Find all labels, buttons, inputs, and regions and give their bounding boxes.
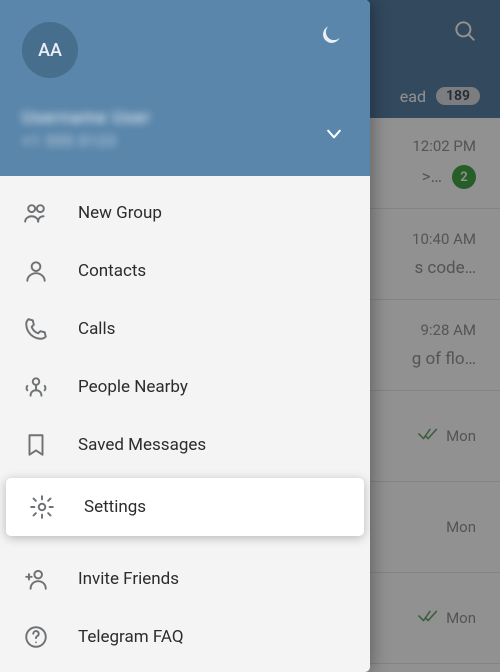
- menu-item-faq[interactable]: Telegram FAQ: [0, 608, 370, 666]
- menu-label: People Nearby: [78, 377, 188, 397]
- help-icon: [22, 624, 50, 650]
- drawer-header: AA Username User +1 555 0123: [0, 0, 370, 176]
- menu-item-settings[interactable]: Settings: [6, 478, 364, 536]
- menu-label: Settings: [84, 497, 146, 517]
- menu-item-saved-messages[interactable]: Saved Messages: [0, 416, 370, 474]
- menu-item-invite-friends[interactable]: Invite Friends: [0, 550, 370, 608]
- drawer-user-name: Username User: [22, 108, 348, 128]
- night-mode-icon[interactable]: [318, 22, 344, 52]
- menu-item-calls[interactable]: Calls: [0, 300, 370, 358]
- chevron-down-icon[interactable]: [324, 124, 344, 148]
- menu-label: New Group: [78, 203, 162, 223]
- menu-label: Invite Friends: [78, 569, 179, 589]
- menu-label: Saved Messages: [78, 435, 206, 455]
- drawer-user-phone: +1 555 0123: [22, 132, 348, 150]
- avatar-initials: AA: [38, 40, 62, 61]
- drawer-menu: New Group Contacts Calls People Nearby S…: [0, 176, 370, 666]
- group-icon: [22, 200, 50, 226]
- navigation-drawer: AA Username User +1 555 0123 New Group C…: [0, 0, 370, 672]
- menu-item-people-nearby[interactable]: People Nearby: [0, 358, 370, 416]
- phone-icon: [22, 316, 50, 342]
- gear-icon: [28, 494, 56, 520]
- menu-label: Telegram FAQ: [78, 627, 184, 647]
- menu-label: Contacts: [78, 261, 146, 281]
- bookmark-icon: [22, 432, 50, 458]
- menu-label: Calls: [78, 319, 115, 339]
- menu-separator: [0, 540, 370, 550]
- menu-item-new-group[interactable]: New Group: [0, 184, 370, 242]
- people-nearby-icon: [22, 374, 50, 400]
- add-person-icon: [22, 566, 50, 592]
- person-icon: [22, 258, 50, 284]
- avatar[interactable]: AA: [22, 22, 78, 78]
- menu-item-contacts[interactable]: Contacts: [0, 242, 370, 300]
